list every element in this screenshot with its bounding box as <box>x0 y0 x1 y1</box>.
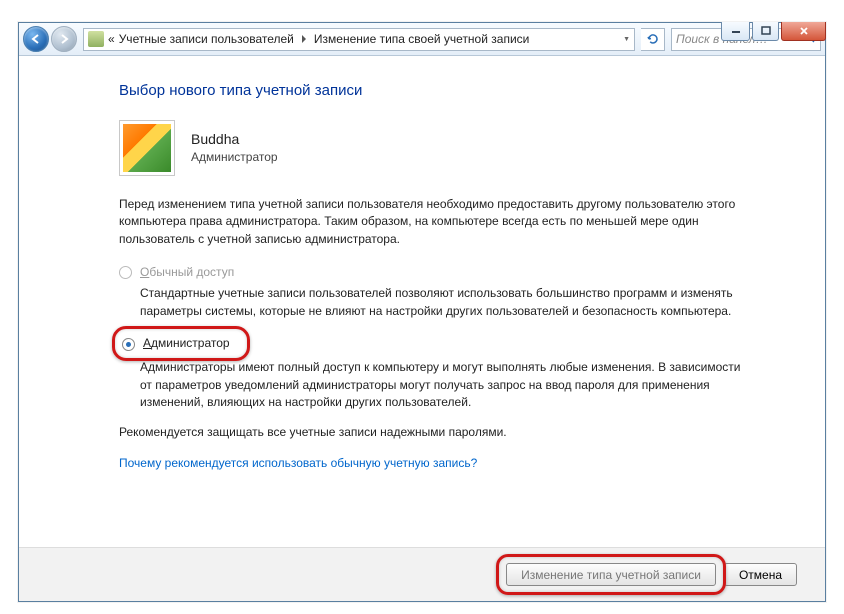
forward-button[interactable] <box>51 26 77 52</box>
cancel-button[interactable]: Отмена <box>724 563 797 586</box>
recommendation-text: Рекомендуется защищать все учетные запис… <box>119 424 745 441</box>
breadcrumb-item-2[interactable]: Изменение типа своей учетной записи <box>314 32 529 46</box>
main-content: Выбор нового типа учетной записи Buddha … <box>19 56 825 496</box>
address-breadcrumb[interactable]: « Учетные записи пользователей Изменение… <box>83 28 635 51</box>
radio-standard: Обычный доступ <box>119 264 745 281</box>
minimize-button[interactable] <box>721 22 750 41</box>
breadcrumb-separator-icon <box>302 35 306 43</box>
control-panel-window: « Учетные записи пользователей Изменение… <box>18 22 826 602</box>
page-heading: Выбор нового типа учетной записи <box>119 80 745 102</box>
why-standard-link[interactable]: Почему рекомендуется использовать обычну… <box>119 455 477 472</box>
chevron-down-icon[interactable]: ▼ <box>623 36 630 43</box>
radio-standard-label: Обычный доступ <box>140 264 234 281</box>
close-button[interactable] <box>781 22 826 41</box>
avatar-image <box>123 124 171 172</box>
user-accounts-icon <box>88 31 104 47</box>
radio-admin-label[interactable]: Администратор <box>143 335 230 352</box>
account-name: Buddha <box>191 129 278 149</box>
avatar <box>119 120 175 176</box>
breadcrumb-item-1[interactable]: Учетные записи пользователей <box>119 32 294 46</box>
radio-standard-desc: Стандартные учетные записи пользователей… <box>140 285 745 320</box>
maximize-button[interactable] <box>752 22 779 41</box>
window-controls <box>721 22 826 41</box>
account-summary: Buddha Администратор <box>119 120 745 176</box>
change-type-button[interactable]: Изменение типа учетной записи <box>506 563 716 586</box>
footer-bar: Изменение типа учетной записи Отмена <box>19 547 825 601</box>
navigation-bar: « Учетные записи пользователей Изменение… <box>19 23 825 56</box>
radio-admin-desc: Администраторы имеют полный доступ к ком… <box>140 359 745 411</box>
breadcrumb-prefix: « <box>108 32 115 46</box>
refresh-button[interactable] <box>641 28 665 51</box>
radio-standard-input <box>119 266 132 279</box>
back-button[interactable] <box>23 26 49 52</box>
account-role: Администратор <box>191 149 278 166</box>
intro-text: Перед изменением типа учетной записи пол… <box>119 196 745 248</box>
radio-admin-input[interactable] <box>122 338 135 351</box>
